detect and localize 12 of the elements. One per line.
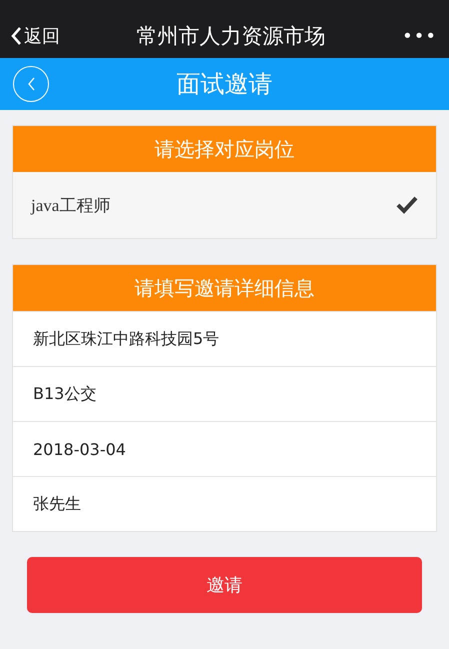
back-icon xyxy=(26,77,36,91)
invite-button[interactable]: 邀请 xyxy=(27,557,422,613)
nav-title: 常州市人力资源市场 xyxy=(136,23,326,50)
back-icon xyxy=(10,26,22,46)
back-button[interactable]: 返回 xyxy=(10,24,60,48)
back-button[interactable] xyxy=(13,66,49,102)
checkmark-icon xyxy=(396,196,418,214)
more-button[interactable]: ••• xyxy=(402,26,437,46)
section-header: 请填写邀请详细信息 xyxy=(13,265,436,311)
position-option[interactable]: java工程师 xyxy=(13,172,436,238)
page-title: 面试邀请 xyxy=(176,69,272,100)
section-header: 请选择对应岗位 xyxy=(13,126,436,172)
